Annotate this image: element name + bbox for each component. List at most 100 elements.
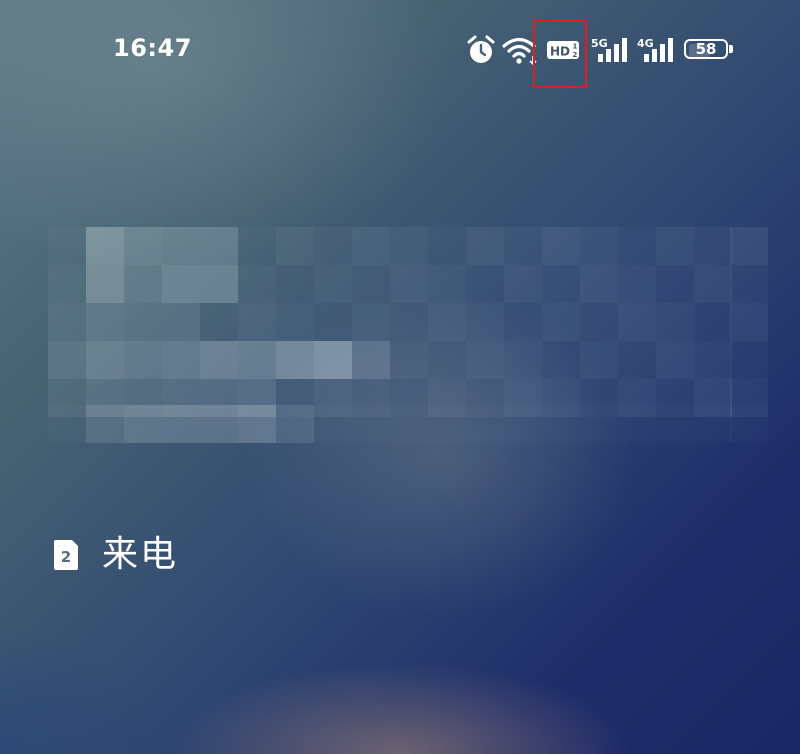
mosaic-cell [504, 405, 542, 443]
incoming-call-label: 来电 [102, 534, 179, 575]
mosaic-cell [200, 405, 238, 443]
battery-icon: 58 [684, 39, 734, 61]
mosaic-cell [352, 227, 390, 265]
mosaic-cell [656, 405, 694, 443]
mosaic-cell [580, 227, 618, 265]
mosaic-cell [390, 405, 428, 443]
mosaic-cell [48, 303, 86, 341]
mosaic-cell [656, 265, 694, 303]
mosaic-cell [390, 303, 428, 341]
mosaic-cell [200, 341, 238, 379]
mosaic-cell [504, 265, 542, 303]
mosaic-cell [276, 227, 314, 265]
mosaic-cell [314, 265, 352, 303]
mosaic-cell [200, 227, 238, 265]
status-bar: 16:47 HD 1 2 5G 4G 58 [0, 0, 800, 100]
mosaic-cell [124, 265, 162, 303]
mosaic-cell [314, 405, 352, 443]
mosaic-cell [390, 265, 428, 303]
mosaic-cell [730, 341, 768, 379]
mosaic-cell [390, 341, 428, 379]
mosaic-cell [730, 227, 768, 265]
mosaic-cell [200, 265, 238, 303]
sim-card-icon: 2 [54, 540, 78, 570]
mosaic-cell [466, 265, 504, 303]
mosaic-cell [466, 405, 504, 443]
mosaic-cell [618, 341, 656, 379]
mosaic-cell [276, 341, 314, 379]
mosaic-cell [86, 227, 124, 265]
mosaic-cell [238, 405, 276, 443]
mosaic-cell [580, 265, 618, 303]
5g-signal-icon: 5G [591, 37, 627, 62]
mosaic-cell [694, 265, 732, 303]
mosaic-cell [618, 303, 656, 341]
mosaic-cell [276, 265, 314, 303]
mosaic-cell [466, 303, 504, 341]
mosaic-cell [580, 303, 618, 341]
mosaic-cell [390, 227, 428, 265]
mosaic-cell [124, 405, 162, 443]
mosaic-cell [694, 227, 732, 265]
mosaic-cell [86, 265, 124, 303]
mosaic-cell [730, 303, 768, 341]
battery-level: 58 [695, 40, 717, 58]
mosaic-cell [428, 405, 466, 443]
mosaic-cell [352, 303, 390, 341]
mosaic-cell [276, 405, 314, 443]
mosaic-cell [656, 303, 694, 341]
mosaic-cell [86, 405, 124, 443]
mosaic-cell [466, 227, 504, 265]
mosaic-cell [48, 405, 86, 443]
mosaic-cell [694, 303, 732, 341]
mosaic-cell [542, 405, 580, 443]
mosaic-cell [162, 265, 200, 303]
mosaic-cell [162, 227, 200, 265]
mosaic-cell [200, 303, 238, 341]
pixelated-caller-info [48, 227, 768, 443]
mosaic-cell [352, 341, 390, 379]
status-time: 16:47 [113, 34, 192, 62]
mosaic-cell [314, 341, 352, 379]
mosaic-cell [504, 341, 542, 379]
mosaic-cell [48, 227, 86, 265]
mosaic-cell [162, 303, 200, 341]
4g-signal-icon: 4G [637, 37, 673, 62]
mosaic-cell [276, 303, 314, 341]
mosaic-cell [580, 405, 618, 443]
mosaic-cell [542, 265, 580, 303]
mosaic-cell [238, 227, 276, 265]
alarm-icon [467, 35, 495, 63]
mosaic-cell [428, 341, 466, 379]
mosaic-cell [162, 341, 200, 379]
mosaic-cell [238, 303, 276, 341]
mosaic-cell [618, 405, 656, 443]
mosaic-cell [694, 341, 732, 379]
mosaic-cell [542, 227, 580, 265]
svg-text:2: 2 [61, 548, 71, 566]
mosaic-cell [694, 405, 732, 443]
mosaic-cell [124, 303, 162, 341]
mosaic-cell [618, 227, 656, 265]
mosaic-cell [730, 405, 768, 443]
mosaic-cell [162, 405, 200, 443]
svg-text:4G: 4G [637, 37, 654, 50]
battery-cap [729, 45, 733, 53]
mosaic-cell [542, 303, 580, 341]
mosaic-cell [314, 227, 352, 265]
highlight-box [533, 20, 587, 88]
mosaic-cell [238, 265, 276, 303]
mosaic-cell [428, 303, 466, 341]
mosaic-cell [238, 341, 276, 379]
mosaic-cell [428, 227, 466, 265]
mosaic-cell [48, 341, 86, 379]
mosaic-cell [542, 341, 580, 379]
mosaic-cell [656, 227, 694, 265]
mosaic-cell [730, 265, 768, 303]
mosaic-cell [504, 227, 542, 265]
mosaic-cell [466, 341, 504, 379]
mosaic-cell [86, 341, 124, 379]
mosaic-cell [86, 303, 124, 341]
mosaic-cell [618, 265, 656, 303]
mosaic-cell [428, 265, 466, 303]
